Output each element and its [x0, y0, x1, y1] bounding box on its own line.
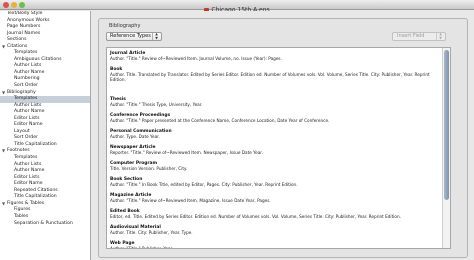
- vertical-scrollbar[interactable]: [442, 48, 450, 248]
- template-entry[interactable]: Web Page Author. "Title." Publisher. Year…: [110, 241, 430, 248]
- template-entry[interactable]: Book Author. Title. Translated by Transla…: [110, 67, 430, 82]
- template-entry[interactable]: Magazine Article Author. "Title." Review …: [110, 193, 430, 203]
- template-entry[interactable]: Edited Book Editor, ed. Title. Edited by …: [110, 209, 430, 219]
- template-entry[interactable]: Conference Proceedings Author. "Title." P…: [110, 113, 430, 123]
- template-entry[interactable]: Audiovisual Material Author. Title. City:…: [110, 225, 430, 235]
- template-text[interactable]: Title. Version Version. Publisher, City.: [110, 166, 430, 171]
- updown-arrows-icon: ▲ ▼: [152, 32, 160, 40]
- main-panel: Bibliography Reference Types ▲ ▼ Insert F…: [92, 11, 474, 260]
- template-text[interactable]: Reporter. "Title." Review of~Reviewed It…: [110, 150, 430, 155]
- scroll-thumb[interactable]: [444, 50, 449, 200]
- template-editor[interactable]: Journal Article Author. "Title." Review o…: [106, 47, 451, 249]
- insert-field-label: Insert Field: [397, 33, 425, 39]
- template-entry[interactable]: Personal Communication Author. Type. Date…: [110, 129, 430, 139]
- template-text[interactable]: Author. Title. Translated by Translator.…: [110, 72, 430, 82]
- template-text[interactable]: Author. Type. Date Year.: [110, 134, 430, 139]
- sidebar-item-label: Separation & Punctuation: [14, 220, 73, 226]
- template-text[interactable]: Author. "Title." Review of~Reviewed Item…: [110, 198, 430, 203]
- template-entry[interactable]: Thesis Author. "Title." Thesis Type, Univ…: [110, 97, 430, 107]
- template-text[interactable]: Author. "Title." Thesis Type, University…: [110, 102, 430, 107]
- template-text[interactable]: Author. Title. City: Publisher, Year. Ty…: [110, 230, 430, 235]
- insert-field-popup[interactable]: Insert Field ▲ ▼: [392, 32, 446, 41]
- template-text[interactable]: Author. "Title." Publisher. Year.: [110, 246, 430, 248]
- style-sections-sidebar[interactable]: Text/Body Style Anonymous Works Page Numbe…: [0, 11, 91, 260]
- updown-arrows-icon: ▲ ▼: [436, 32, 444, 40]
- template-text[interactable]: Editor, ed. Title. Edited by Series Edit…: [110, 214, 430, 219]
- template-entry[interactable]: Computer Program Title. Version Version. …: [110, 161, 430, 171]
- reference-types-popup[interactable]: Reference Types ▲ ▼: [106, 32, 162, 41]
- sidebar-item[interactable]: Separation & Punctuation: [0, 221, 90, 228]
- template-text[interactable]: Author. "Title." Paper presented at the …: [110, 118, 430, 123]
- template-text[interactable]: Author. "Title." Review of~Reviewed Item…: [110, 56, 430, 61]
- title-bar: Chicago 15th A.ens: [0, 0, 474, 14]
- template-entry[interactable]: Journal Article Author. "Title." Review o…: [110, 51, 430, 61]
- reference-types-label: Reference Types: [110, 33, 151, 39]
- group-label: Bibliography: [109, 23, 141, 29]
- template-entry[interactable]: Book Section Author. "Title." In Book Tit…: [110, 177, 430, 187]
- template-text[interactable]: Author. "Title." In Book Title, edited b…: [110, 182, 430, 187]
- template-entry[interactable]: Newspaper Article Reporter. "Title." Revi…: [110, 145, 430, 155]
